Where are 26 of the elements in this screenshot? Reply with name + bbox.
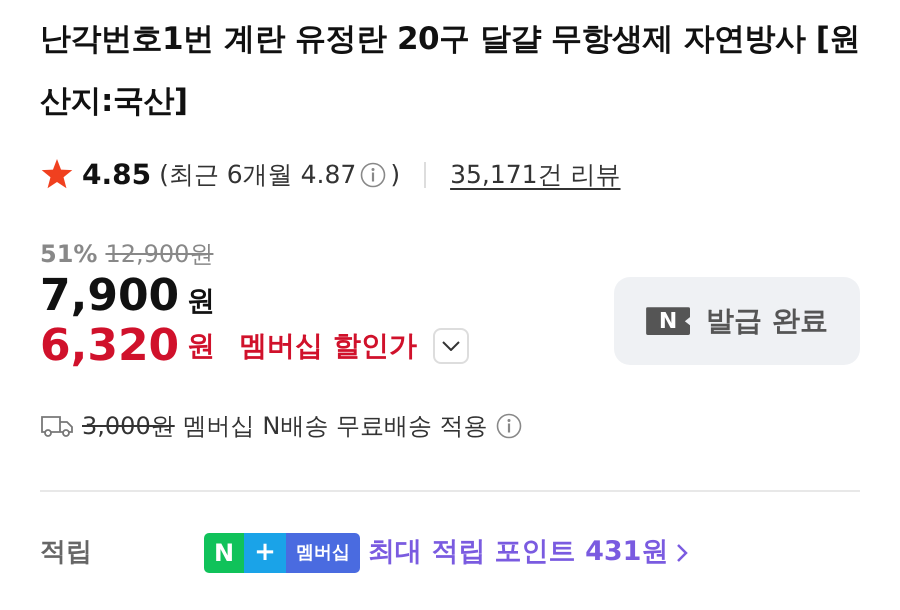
- chevron-icon: [442, 341, 460, 352]
- currency-unit: 원: [187, 283, 216, 319]
- membership-badge: N + 멤버십: [204, 532, 360, 573]
- currency-unit: 원: [187, 328, 216, 364]
- expand-button[interactable]: [432, 328, 469, 364]
- points-link[interactable]: 최대 적립 포인트 431원: [368, 532, 688, 573]
- truck-icon: [40, 414, 74, 438]
- product-title: 난각번호1번 계란 유정란 20구 달걀 무항생제 자연방사 [원산지:국산]: [40, 20, 860, 121]
- chevron-right-icon: [676, 542, 688, 563]
- original-shipping-fee: 3,000원: [82, 411, 175, 442]
- coupon-icon: N: [646, 307, 690, 336]
- shipping-info: 멤버십 N배송 무료배송 적용: [182, 411, 488, 442]
- original-price: 12,900원: [105, 239, 214, 270]
- member-price: 6,320: [40, 322, 180, 370]
- sale-price: 7,900: [40, 272, 180, 320]
- reviews-link[interactable]: 35,171건 리뷰: [450, 156, 621, 194]
- discount-rate: 51%: [40, 239, 98, 270]
- member-price-label: 멤버십 할인가: [239, 328, 417, 364]
- recent-rating: (최근 6개월 4.87: [159, 159, 356, 192]
- star-icon: [40, 159, 74, 191]
- coupon-button[interactable]: N 발급 완료: [614, 277, 860, 366]
- rating-score: 4.85: [82, 157, 152, 193]
- points-label: 적립: [40, 536, 93, 570]
- closing-parenthesis: ): [390, 159, 400, 192]
- info-icon[interactable]: [360, 162, 386, 188]
- info-icon[interactable]: [496, 413, 522, 440]
